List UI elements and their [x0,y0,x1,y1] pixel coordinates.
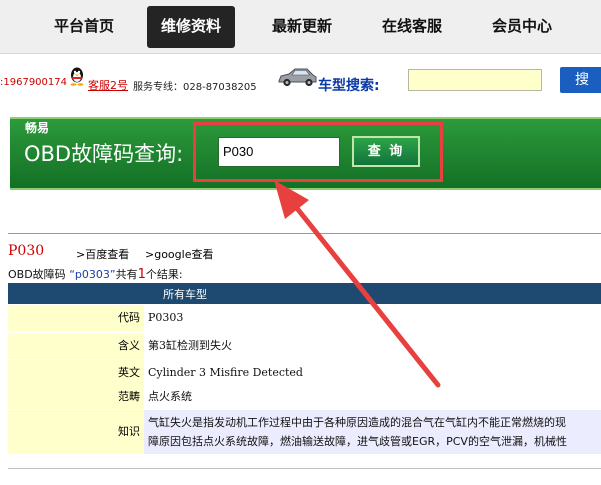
kefu-link[interactable]: 客服2号 [88,77,128,93]
row-label: 代码 [8,305,144,331]
nav-item-home[interactable]: 平台首页 [38,6,130,48]
bottom-divider [8,468,601,469]
nav-item-online-service[interactable]: 在线客服 [366,6,458,48]
qq-number: :1967900174 [0,77,67,88]
row-value: 第3缸检测到失火 [148,339,232,352]
row-label: 知识 [8,410,144,454]
table-row-category: 范畴 点火系统 [8,385,601,409]
table-header: 所有车型 [8,283,601,304]
knowledge-line-2: 障原因包括点火系统故障，燃油输送故障，进气歧管或EGR，PCV的空气泄漏，机械性 [148,435,567,448]
table-row-english: 英文 Cylinder 3 Misfire Detected [8,360,601,386]
divider [8,233,601,234]
table-row-code: 代码 P0303 [8,305,601,331]
highlight-box [193,122,443,182]
car-icon [278,68,317,87]
top-nav: 平台首页 维修资料 最新更新 在线客服 会员中心 [0,0,601,54]
summary-suffix: 个结果: [145,268,183,281]
service-line: 服务专线：028-87038205 [133,82,257,93]
row-label: 英文 [8,360,144,386]
row-value: 点火系统 [148,390,192,403]
result-summary: OBD故障码 “p0303”共有1个结果: [8,266,183,282]
nav-item-repair-data[interactable]: 维修资料 [147,6,235,48]
knowledge-line-1: 气缸失火是指发动机工作过程中由于各种原因造成的混合气在气缸内不能正常燃烧的现 [148,416,566,429]
table-row-meaning: 含义 第3缸检测到失火 [8,333,601,359]
qq-penguin-icon[interactable] [68,66,86,86]
car-type-search-label: 车型搜索: [318,78,380,94]
summary-mid: 共有 [115,268,138,281]
summary-prefix: OBD故障码 [8,268,66,281]
car-type-search-input[interactable] [408,69,542,91]
google-link[interactable]: >google查看 [145,246,213,262]
summary-query: “p0303” [69,268,116,281]
table-header-label: 所有车型 [163,288,207,301]
summary-count: 1 [137,267,146,282]
row-label: 含义 [8,333,144,359]
search-button[interactable]: 搜 [560,67,601,93]
row-value: Cylinder 3 Misfire Detected [148,366,303,379]
row-value: P0303 [148,311,184,324]
row-label: 范畴 [8,385,144,409]
banner-brand: 畅易 [25,121,50,135]
baidu-link[interactable]: >百度查看 [76,246,129,262]
nav-item-latest-updates[interactable]: 最新更新 [256,6,348,48]
nav-item-member-center[interactable]: 会员中心 [476,6,568,48]
row-value: 气缸失火是指发动机工作过程中由于各种原因造成的混合气在气缸内不能正常燃烧的现 障… [144,410,601,454]
banner-title: OBD故障码查询: [24,142,184,166]
table-row-knowledge: 知识 气缸失火是指发动机工作过程中由于各种原因造成的混合气在气缸内不能正常燃烧的… [8,410,601,454]
result-code: P030 [8,243,45,259]
